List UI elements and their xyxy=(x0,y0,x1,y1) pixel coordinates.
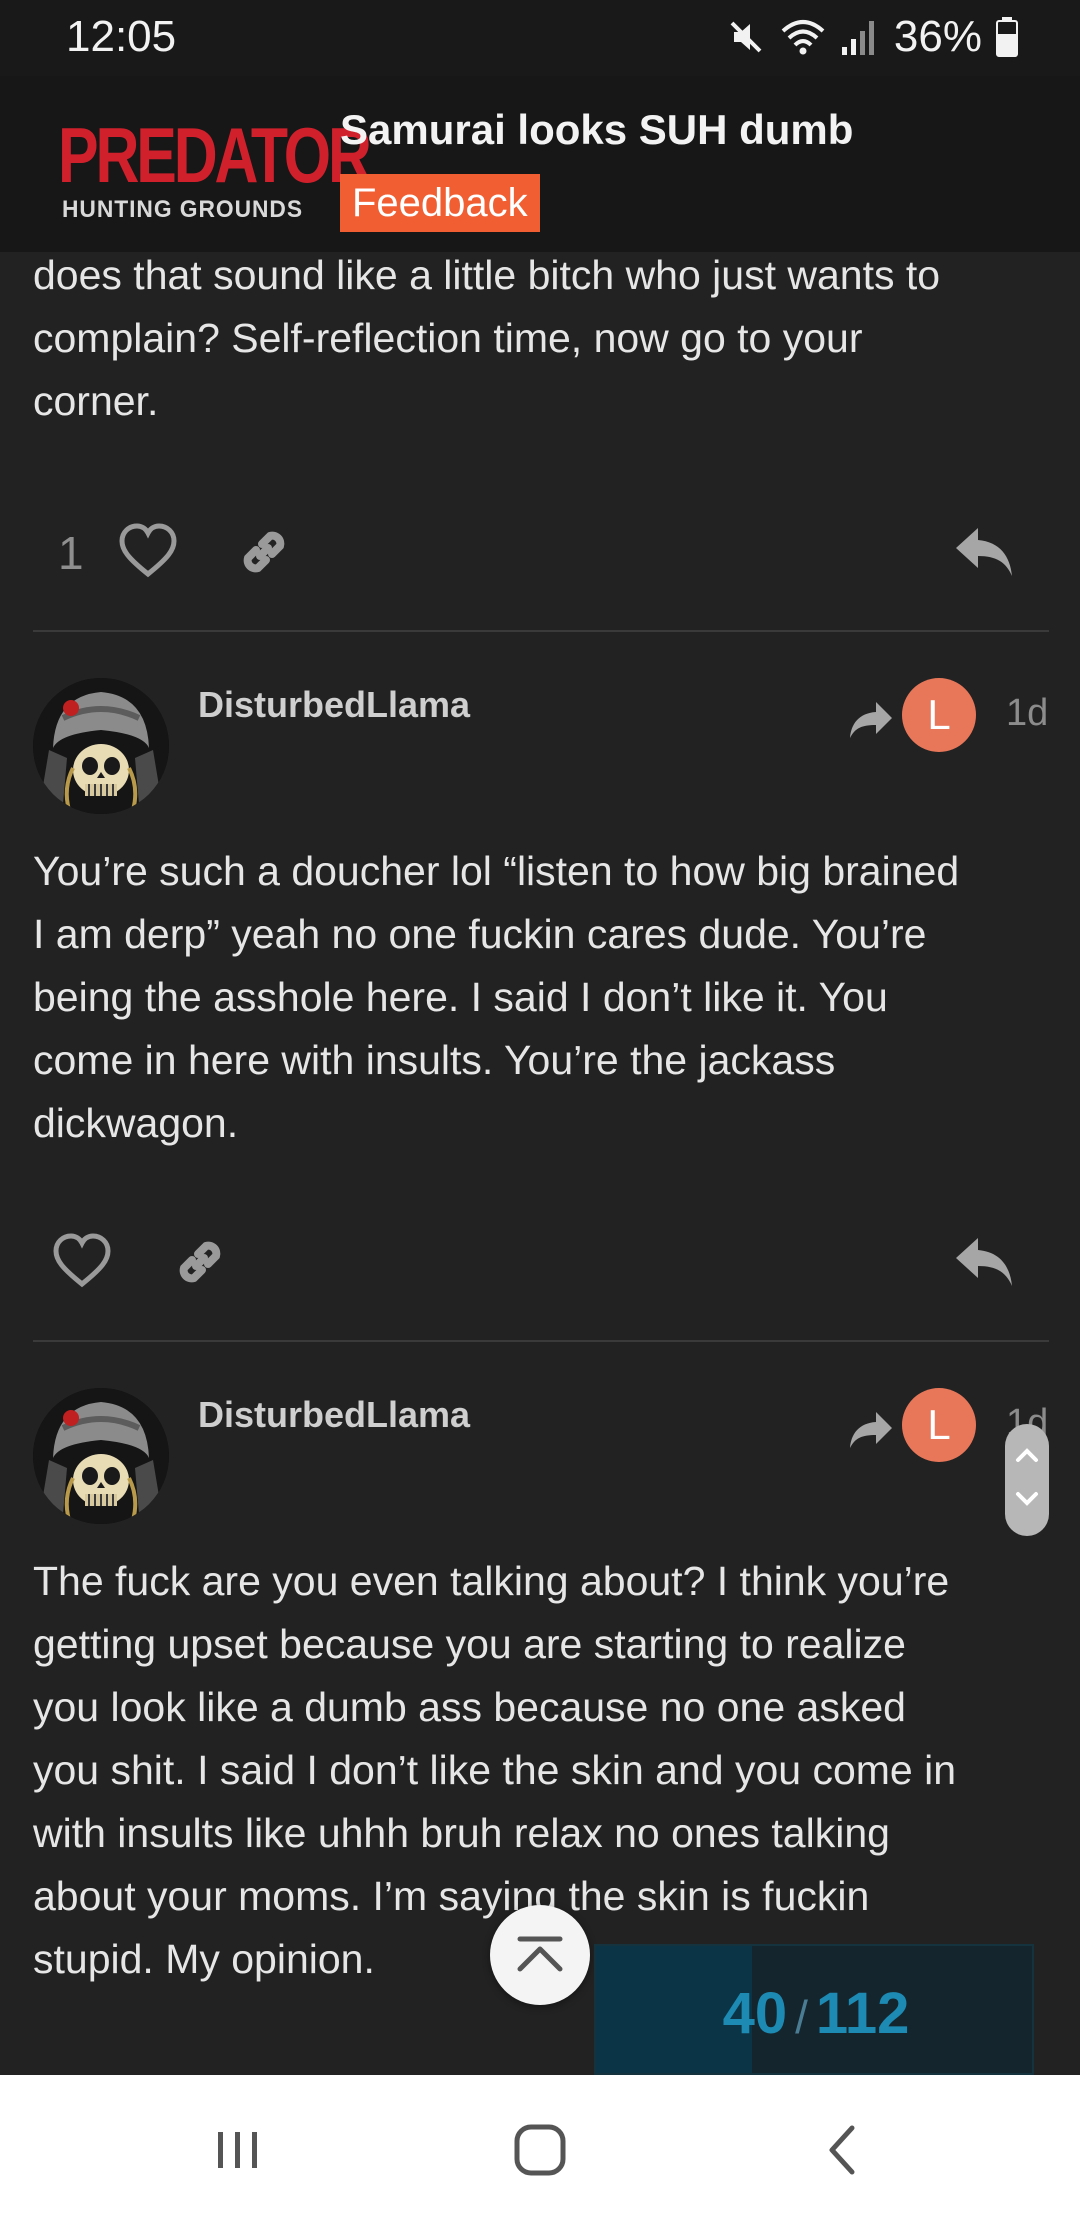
system-nav-bar xyxy=(0,2075,1080,2220)
mute-icon xyxy=(730,21,762,53)
category-badge[interactable]: Feedback xyxy=(340,174,540,232)
status-time: 12:05 xyxy=(66,12,177,61)
progress-separator: / xyxy=(795,1991,808,2043)
reply-to-avatar[interactable]: L xyxy=(902,1388,976,1462)
progress-label: 40/112 xyxy=(596,1980,1032,2047)
topic-header: PREDATOR HUNTING GROUNDS Samurai looks S… xyxy=(0,76,1080,252)
username[interactable]: DisturbedLlama xyxy=(198,684,470,726)
site-logo[interactable]: PREDATOR HUNTING GROUNDS xyxy=(58,116,372,230)
jump-to-top-button[interactable] xyxy=(490,1905,590,2005)
wifi-icon xyxy=(781,20,825,55)
scroll-arrows-icon xyxy=(1016,1448,1038,1506)
username[interactable]: DisturbedLlama xyxy=(198,1394,470,1436)
link-icon[interactable] xyxy=(170,1232,230,1292)
signal-icon xyxy=(841,21,874,55)
like-heart-icon[interactable] xyxy=(52,1232,112,1292)
post-body: You’re such a doucher lol “listen to how… xyxy=(33,848,960,1146)
link-icon[interactable] xyxy=(234,522,294,582)
post-divider xyxy=(33,1340,1049,1342)
predator-skull-avatar-image xyxy=(33,678,169,814)
post-actions: 1 xyxy=(0,512,1080,592)
avatar[interactable] xyxy=(33,678,169,814)
battery-percent: 36% xyxy=(893,12,982,61)
back-icon[interactable] xyxy=(808,2115,878,2185)
reply-icon[interactable] xyxy=(952,1232,1016,1292)
battery-icon xyxy=(996,17,1018,57)
home-icon[interactable] xyxy=(505,2115,575,2185)
post-body: does that sound like a little bitch who … xyxy=(33,252,941,424)
status-bar: 12:05 36% xyxy=(0,0,1080,76)
topic-progress[interactable]: 40/112 xyxy=(594,1944,1034,2075)
progress-current: 40 xyxy=(722,1981,788,2046)
logo-title: PREDATOR xyxy=(58,111,372,199)
post-actions xyxy=(0,1222,1080,1302)
topic-title[interactable]: Samurai looks SUH dumb xyxy=(340,106,853,154)
post-stream: does that sound like a little bitch who … xyxy=(0,252,1080,2075)
scroll-handle[interactable] xyxy=(1005,1424,1049,1536)
progress-total: 112 xyxy=(815,1981,910,2046)
post-divider xyxy=(33,630,1049,632)
recent-apps-icon[interactable] xyxy=(203,2115,273,2185)
status-icons: 36% xyxy=(726,12,1018,62)
like-count[interactable]: 1 xyxy=(58,526,84,580)
reply-icon[interactable] xyxy=(952,522,1016,582)
logo-subtitle: HUNTING GROUNDS xyxy=(62,196,303,223)
avatar[interactable] xyxy=(33,1388,169,1524)
post-date[interactable]: 1d xyxy=(1006,692,1048,735)
post-header: DisturbedLlama L 1d xyxy=(0,678,1080,818)
reply-to-arrow-icon[interactable] xyxy=(848,700,894,740)
post-header: DisturbedLlama L 1d xyxy=(0,1388,1080,1528)
reply-to-avatar[interactable]: L xyxy=(902,678,976,752)
chevron-up-icon xyxy=(517,1936,563,1972)
like-heart-icon[interactable] xyxy=(118,522,178,582)
reply-to-arrow-icon[interactable] xyxy=(848,1410,894,1450)
predator-skull-avatar-image xyxy=(33,1388,169,1524)
